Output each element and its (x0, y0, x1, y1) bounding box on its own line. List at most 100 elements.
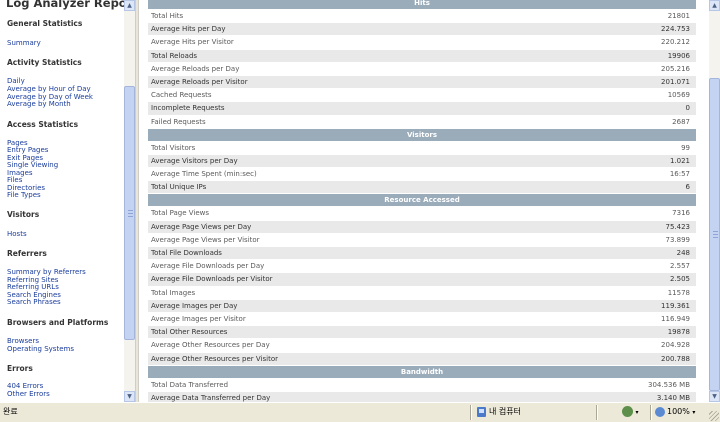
metric-label: Average Other Resources per Day (151, 341, 270, 350)
metric-value: 116.949 (661, 314, 690, 323)
chevron-down-icon: ▾ (692, 409, 696, 416)
scroll-up-icon[interactable]: ▲ (709, 0, 720, 11)
report-main-frame: Hits Total Hits 21801 Average Hits per Day 2… (139, 0, 709, 402)
nav-link[interactable]: File Types (7, 191, 41, 200)
metric-label: Failed Requests (151, 117, 206, 126)
metric-value: 220.212 (661, 38, 690, 47)
metric-value: 205.216 (661, 64, 690, 73)
privacy-status[interactable]: ▾ (622, 405, 639, 419)
table-row: Incomplete Requests 0 (148, 102, 696, 116)
metric-label: Average Images per Visitor (151, 314, 246, 323)
nav-link[interactable]: Summary (7, 39, 41, 48)
metric-label: Average Time Spent (min:sec) (151, 170, 257, 179)
table-row: Failed Requests 2687 (148, 115, 696, 129)
metric-value: 73.899 (665, 235, 691, 244)
metric-value: 19906 (667, 51, 690, 60)
metric-value: 19878 (667, 328, 690, 337)
table-row: Total Hits 21801 (148, 10, 696, 24)
table-row: Total File Downloads 248 (148, 247, 696, 261)
metric-value: 2.557 (669, 262, 690, 271)
protected-mode-icon (622, 406, 633, 417)
table-row: Total Images 11578 (148, 286, 696, 300)
table-row: Total Visitors 99 (148, 141, 696, 155)
metric-label: Average Visitors per Day (151, 156, 238, 165)
metric-value: 200.788 (661, 354, 690, 363)
scroll-down-icon[interactable]: ▼ (709, 391, 720, 402)
nav-link[interactable]: Other Errors (7, 390, 50, 399)
section-header: Bandwidth (148, 365, 696, 379)
metric-value: 2.505 (669, 275, 690, 284)
nav-link[interactable]: Operating Systems (7, 345, 74, 354)
nav-section-heading: Referrers (7, 249, 47, 258)
zoom-control[interactable]: 100% ▾ (655, 405, 695, 419)
metric-label: Total Page Views (151, 209, 210, 218)
metric-label: Average Page Views per Visitor (151, 235, 260, 244)
chevron-down-icon: ▾ (635, 409, 639, 416)
table-row: Average Visitors per Day 1.021 (148, 154, 696, 169)
metric-value: 0 (685, 104, 690, 113)
metric-value: 204.928 (661, 341, 690, 350)
section-header: Hits (148, 0, 696, 10)
metric-label: Total Unique IPs (151, 183, 207, 192)
metric-value: 99 (681, 143, 690, 152)
metric-value: 7316 (672, 209, 690, 218)
metric-label: Average Other Resources per Visitor (151, 354, 278, 363)
nav-section-heading: Browsers and Platforms (7, 318, 109, 327)
table-row: Average Images per Visitor 116.949 (148, 312, 696, 327)
table-row: Total Other Resources 19878 (148, 326, 696, 340)
metric-value: 16:57 (669, 170, 690, 179)
table-row: Average Images per Day 119.361 (148, 299, 696, 313)
metric-value: 10569 (667, 91, 690, 100)
table-row: Total Reloads 19906 (148, 49, 696, 63)
metric-value: 119.361 (661, 301, 690, 310)
resize-grip-icon[interactable] (709, 411, 719, 421)
nav-scrollbar[interactable]: ▲ ▼ (124, 0, 135, 402)
metric-value: 304.536 MB (647, 380, 690, 389)
report-nav-frame: Log Analyzer Reports General Statistics S… (0, 0, 124, 402)
scroll-up-icon[interactable]: ▲ (124, 0, 135, 11)
metric-value: 248 (676, 249, 690, 257)
table-row: Average Time Spent (min:sec) 16:57 (148, 168, 696, 182)
section-header: Visitors (148, 128, 696, 142)
table-row: Average Reloads per Visitor 201.071 (148, 75, 696, 90)
table-row: Average Other Resources per Visitor 200.7… (148, 352, 696, 366)
metric-label: Incomplete Requests (151, 104, 225, 113)
metric-label: Average Page Views per Day (151, 222, 252, 231)
metric-label: Average File Downloads per Day (151, 262, 265, 271)
scroll-down-icon[interactable]: ▼ (124, 391, 135, 402)
nav-section-heading: Access Statistics (7, 120, 79, 129)
metric-value: 21801 (667, 12, 690, 20)
zoom-level: 100% (667, 407, 690, 416)
metric-label: Total Data Transferred (151, 380, 229, 389)
metric-value: 201.071 (661, 77, 690, 86)
table-row: Total Unique IPs 6 (148, 181, 696, 195)
metric-label: Total Other Resources (151, 328, 228, 337)
main-scrollbar[interactable]: ▲ ▼ (709, 0, 720, 402)
status-bar: 완료 내 컴퓨터 ▾ 100% ▾ (0, 402, 720, 422)
main-scroll-thumb[interactable] (709, 78, 720, 391)
nav-section-heading: Visitors (7, 210, 40, 219)
metric-value: 75.423 (665, 222, 691, 231)
nav-section-heading: Activity Statistics (7, 58, 82, 67)
metric-label: Average Hits per Day (151, 25, 226, 34)
metric-label: Average Images per Day (151, 301, 238, 310)
zoom-icon (655, 406, 665, 417)
nav-link[interactable]: Hosts (7, 230, 27, 239)
nav-title: Log Analyzer Reports (6, 0, 124, 10)
metric-label: Total File Downloads (151, 249, 222, 257)
metric-value: 1.021 (669, 156, 690, 165)
zone-label: 내 컴퓨터 (489, 407, 521, 416)
metric-label: Average Hits per Visitor (151, 38, 234, 47)
table-row: Average Other Resources per Day 204.928 (148, 339, 696, 353)
nav-scroll-thumb[interactable] (124, 86, 135, 340)
metric-value: 6 (685, 183, 690, 192)
summary-table: Hits Total Hits 21801 Average Hits per Day 2… (148, 0, 696, 402)
nav-section-heading: Errors (7, 364, 33, 373)
table-row: Average Hits per Visitor 220.212 (148, 36, 696, 50)
status-text: 완료 (3, 407, 18, 416)
nav-section-heading: General Statistics (7, 19, 83, 28)
nav-link[interactable]: Average by Month (7, 100, 71, 109)
security-zone: 내 컴퓨터 (477, 405, 521, 419)
section-header: Resource Accessed (148, 194, 696, 208)
nav-link[interactable]: Search Phrases (7, 298, 61, 307)
